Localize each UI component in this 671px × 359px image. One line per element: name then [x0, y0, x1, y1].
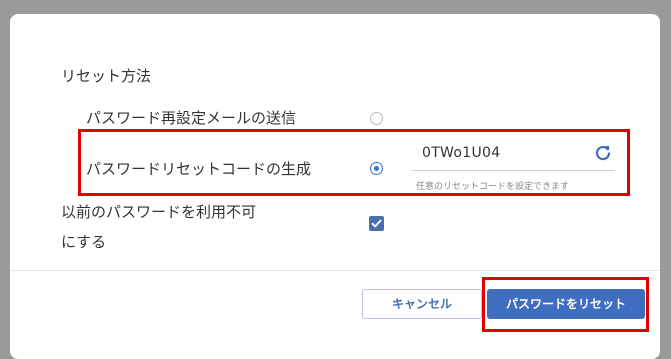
reset-code-input[interactable]: 0TWo1U04 — [412, 144, 615, 171]
reset-code-hint: 任意のリセットコードを設定できます — [416, 182, 570, 192]
disallow-previous-label-line2: にする — [61, 233, 107, 251]
send-reset-email-radio[interactable] — [370, 112, 383, 125]
disallow-previous-checkbox[interactable] — [369, 216, 384, 231]
footer-divider — [10, 270, 660, 271]
checkmark-icon — [371, 219, 382, 228]
disallow-previous-label-line1: 以前のパスワードを利用不可 — [61, 203, 257, 221]
refresh-icon[interactable] — [595, 144, 611, 162]
reset-password-dialog: リセット方法 パスワード再設定メールの送信 パスワードリセットコードの生成 0T… — [10, 14, 660, 359]
cancel-button[interactable]: キャンセル — [362, 289, 482, 319]
send-reset-email-label: パスワード再設定メールの送信 — [86, 109, 297, 127]
reset-password-button[interactable]: パスワードをリセット — [487, 289, 645, 319]
reset-method-title: リセット方法 — [61, 67, 152, 85]
reset-code-value: 0TWo1U04 — [422, 145, 501, 161]
generate-reset-code-radio[interactable] — [370, 162, 383, 175]
generate-reset-code-label: パスワードリセットコードの生成 — [86, 160, 312, 178]
